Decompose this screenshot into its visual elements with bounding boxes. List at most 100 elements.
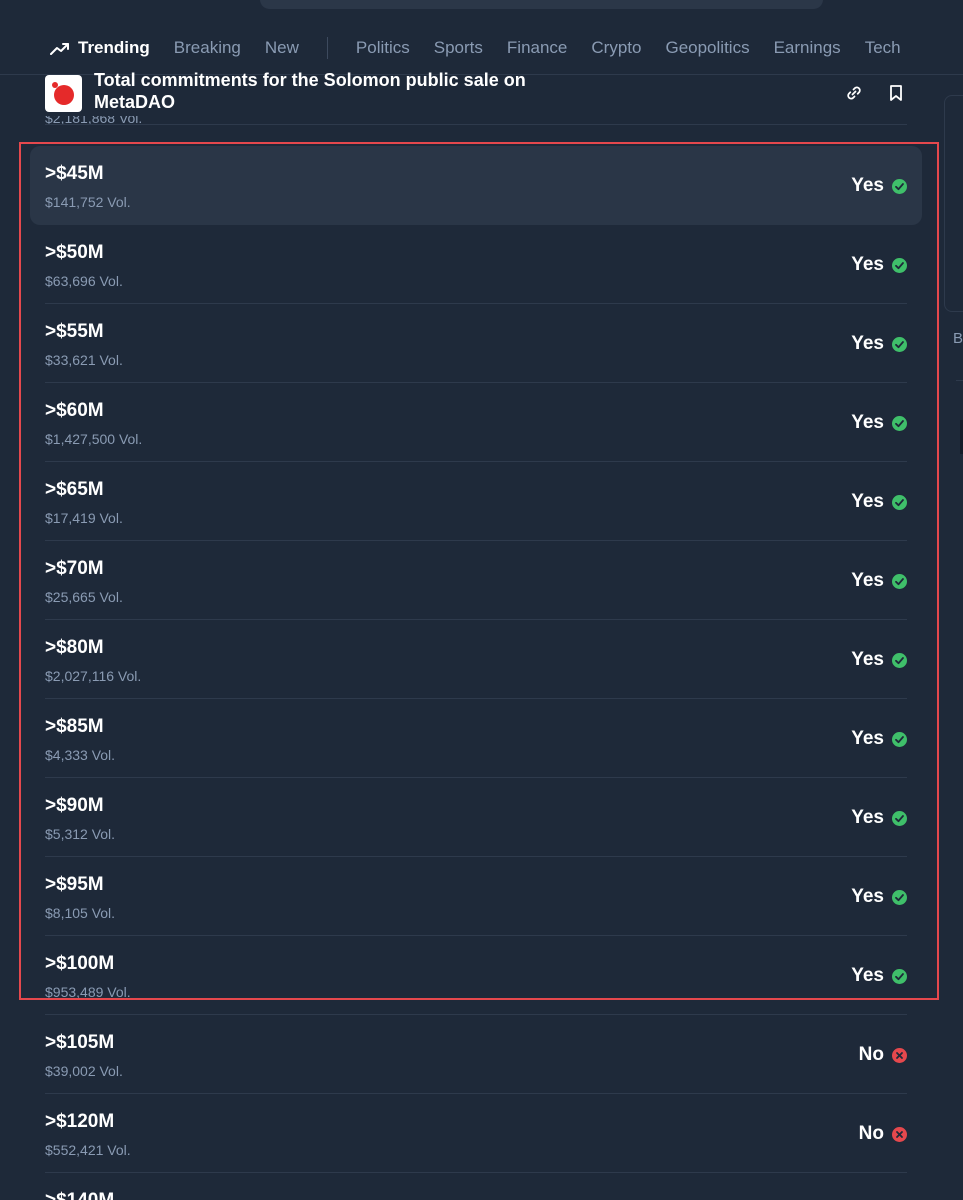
bookmark-icon[interactable] <box>885 82 907 104</box>
outcome-volume: $953,489 Vol. <box>45 984 131 1000</box>
outcome-label: >$50M <box>45 242 104 263</box>
nav-item-earnings[interactable]: Earnings <box>774 38 841 58</box>
outcome-volume: $63,696 Vol. <box>45 273 123 289</box>
check-circle-icon <box>892 415 907 431</box>
nav-item-trending[interactable]: Trending <box>50 38 150 58</box>
header-divider <box>45 124 907 125</box>
outcome-row[interactable]: >$50M $63,696 Vol. Yes <box>30 225 922 304</box>
outcome-label: >$90M <box>45 795 104 816</box>
outcome-label: >$55M <box>45 321 104 342</box>
outcome-row[interactable]: >$65M $17,419 Vol. Yes <box>30 462 922 541</box>
outcome-result: Yes <box>851 333 907 355</box>
outcome-volume: $141,752 Vol. <box>45 194 131 210</box>
outcome-result: Yes <box>851 412 907 434</box>
outcome-result: Yes <box>851 175 907 197</box>
side-divider <box>956 380 963 381</box>
outcome-list: >$45M $141,752 Vol. Yes >$50M $63,696 Vol. Ye… <box>30 146 922 1200</box>
outcome-result: Yes <box>851 570 907 592</box>
nav-item-sports[interactable]: Sports <box>434 38 483 58</box>
nav-item-breaking[interactable]: Breaking <box>174 38 241 58</box>
outcome-result: No <box>859 1123 907 1145</box>
outcome-label: >$45M <box>45 163 104 184</box>
outcome-result: Yes <box>851 254 907 276</box>
check-circle-icon <box>892 731 907 747</box>
outcome-result-label: Yes <box>851 965 884 986</box>
outcome-row[interactable]: >$70M $25,665 Vol. Yes <box>30 541 922 620</box>
check-circle-icon <box>892 810 907 826</box>
outcome-volume: $33,621 Vol. <box>45 352 123 368</box>
check-circle-icon <box>892 968 907 984</box>
outcome-volume: $2,027,116 Vol. <box>45 668 142 684</box>
outcome-volume: $552,421 Vol. <box>45 1142 131 1158</box>
outcome-volume: $5,312 Vol. <box>45 826 116 842</box>
x-circle-icon <box>892 1047 907 1063</box>
outcome-result: No <box>859 1044 907 1066</box>
outcome-result: Yes <box>851 649 907 671</box>
outcome-result-label: Yes <box>851 728 884 749</box>
outcome-result: Yes <box>851 965 907 987</box>
outcome-result-label: Yes <box>851 570 884 591</box>
outcome-label: >$60M <box>45 400 104 421</box>
outcome-row[interactable]: >$45M $141,752 Vol. Yes <box>30 146 922 225</box>
outcome-volume: $4,333 Vol. <box>45 747 116 763</box>
check-circle-icon <box>892 257 907 273</box>
outcome-result-label: Yes <box>851 333 884 354</box>
side-panel <box>944 95 963 312</box>
outcome-label: >$105M <box>45 1032 115 1053</box>
outcome-result: Yes <box>851 491 907 513</box>
trending-up-icon <box>50 41 70 55</box>
outcome-label: >$70M <box>45 558 104 579</box>
outcome-label: >$95M <box>45 874 104 895</box>
outcome-label: >$100M <box>45 953 115 974</box>
nav-divider <box>326 37 328 59</box>
outcome-label: >$80M <box>45 637 104 658</box>
outcome-row[interactable]: >$95M $8,105 Vol. Yes <box>30 857 922 936</box>
nav-item-new[interactable]: New <box>265 38 299 58</box>
outcome-row[interactable]: >$120M $552,421 Vol. No <box>30 1094 922 1173</box>
outcome-result-label: Yes <box>851 807 884 828</box>
nav-item-crypto[interactable]: Crypto <box>591 38 641 58</box>
outcome-row[interactable]: >$55M $33,621 Vol. Yes <box>30 304 922 383</box>
nav-item-finance[interactable]: Finance <box>507 38 567 58</box>
outcome-volume: $8,105 Vol. <box>45 905 116 921</box>
outcome-result: Yes <box>851 807 907 829</box>
market-logo <box>45 75 82 112</box>
outcome-result-label: No <box>858 1044 884 1065</box>
outcome-row[interactable]: >$90M $5,312 Vol. Yes <box>30 778 922 857</box>
outcome-row[interactable]: >$85M $4,333 Vol. Yes <box>30 699 922 778</box>
link-icon[interactable] <box>843 82 865 104</box>
outcome-result-label: Yes <box>851 491 884 512</box>
outcome-row[interactable]: >$80M $2,027,116 Vol. Yes <box>30 620 922 699</box>
outcome-volume: $39,002 Vol. <box>45 1063 123 1079</box>
page: Trending Breaking New Politics Sports Fi… <box>0 0 963 1200</box>
outcome-row[interactable]: >$140M <box>30 1173 922 1200</box>
search-bar[interactable] <box>260 0 823 9</box>
outcome-result-label: Yes <box>851 254 884 275</box>
outcome-result-label: Yes <box>851 649 884 670</box>
outcome-result-label: No <box>858 1123 884 1144</box>
outcome-volume: $1,427,500 Vol. <box>45 431 143 447</box>
outcome-label: >$140M <box>45 1190 114 1200</box>
outcome-label: >$85M <box>45 716 104 737</box>
check-circle-icon <box>892 573 907 589</box>
x-circle-icon <box>892 1126 907 1142</box>
side-panel-label: B <box>953 330 963 347</box>
check-circle-icon <box>892 336 907 352</box>
outcome-result-label: Yes <box>851 886 884 907</box>
outcome-row[interactable]: >$100M $953,489 Vol. Yes <box>30 936 922 1015</box>
header-actions <box>823 82 907 104</box>
outcome-result: Yes <box>851 728 907 750</box>
check-circle-icon <box>892 494 907 510</box>
outcome-row[interactable]: >$105M $39,002 Vol. No <box>30 1015 922 1094</box>
check-circle-icon <box>892 178 907 194</box>
outcome-result-label: Yes <box>851 175 884 196</box>
nav-item-label: Trending <box>78 38 150 57</box>
nav-item-politics[interactable]: Politics <box>356 38 410 58</box>
market-title: Total commitments for the Solomon public… <box>94 70 526 112</box>
nav-item-geopolitics[interactable]: Geopolitics <box>665 38 749 58</box>
check-circle-icon <box>892 889 907 905</box>
outcome-row[interactable]: >$60M $1,427,500 Vol. Yes <box>30 383 922 462</box>
nav-item-tech[interactable]: Tech <box>865 38 901 58</box>
outcome-volume: $17,419 Vol. <box>45 510 123 526</box>
category-nav: Trending Breaking New Politics Sports Fi… <box>0 28 963 68</box>
